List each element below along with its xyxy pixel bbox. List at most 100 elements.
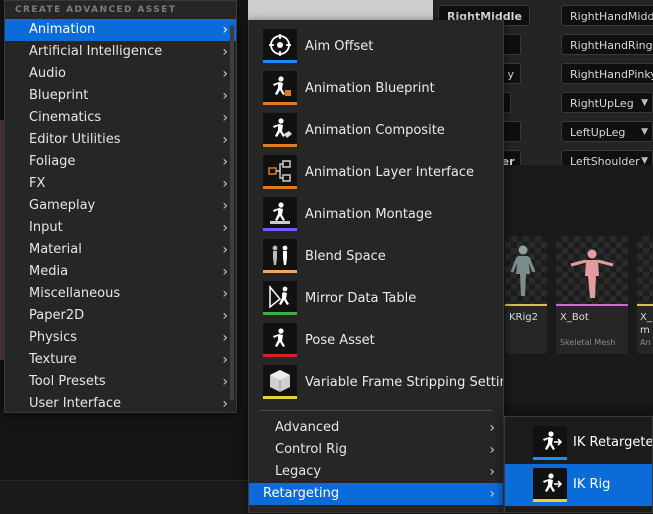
menu-item-animation-composite[interactable]: Animation Composite	[249, 110, 503, 152]
chevron-right-icon: ›	[222, 352, 228, 368]
menu-item-legacy[interactable]: Legacy ›	[249, 461, 503, 483]
menu-item-user-interface[interactable]: User Interface ›	[5, 393, 236, 412]
chevron-right-icon: ›	[222, 330, 228, 346]
menu-item-foliage[interactable]: Foliage ›	[5, 151, 236, 173]
menu-item-label: Foliage	[29, 154, 76, 169]
menu-item-label: Animation Montage	[305, 207, 433, 222]
menu-item-paper2d[interactable]: Paper2D ›	[5, 305, 236, 327]
asset-type: Skeletal Mesh	[560, 338, 616, 347]
menu-item-material[interactable]: Material ›	[5, 239, 236, 261]
chevron-right-icon: ›	[222, 44, 228, 60]
menu-item-blueprint[interactable]: Blueprint ›	[5, 85, 236, 107]
bone-field[interactable]: LeftUpLeg ▼	[561, 121, 653, 142]
chevron-right-icon: ›	[489, 486, 495, 502]
menu-item-ik-retargeter[interactable]: IK Retargeter	[505, 422, 652, 464]
chevron-right-icon: ›	[489, 464, 495, 480]
menu-item-ik-rig[interactable]: IK Rig	[505, 464, 652, 506]
ik-retargeter-icon	[533, 426, 567, 460]
bottom-bar	[0, 480, 248, 514]
menu-item-aim-offset[interactable]: Aim Offset	[249, 26, 503, 68]
chevron-right-icon: ›	[222, 66, 228, 82]
menu-item-media[interactable]: Media ›	[5, 261, 236, 283]
menu-item-label: User Interface	[29, 396, 121, 411]
menu-item-label: Editor Utilities	[29, 132, 121, 147]
bone-field[interactable]: RightHandMidd	[561, 5, 653, 26]
menu-item-label: IK Retargeter	[573, 435, 653, 450]
chevron-right-icon: ›	[222, 242, 228, 258]
menu-item-pose-asset[interactable]: Pose Asset	[249, 320, 503, 362]
chevron-right-icon: ›	[489, 442, 495, 458]
asset-tile[interactable]: X_Bot Skeletal Mesh	[556, 236, 628, 354]
animation-blueprint-icon	[263, 71, 297, 105]
menu-item-advanced[interactable]: Advanced ›	[249, 417, 503, 439]
menu-item-label: Input	[29, 220, 63, 235]
menu-item-label: Physics	[29, 330, 78, 345]
menu-item-mirror-data-table[interactable]: Mirror Data Table	[249, 278, 503, 320]
chevron-right-icon: ›	[222, 110, 228, 126]
menu-item-label: Animation	[29, 22, 96, 37]
bone-field[interactable]: RightHandRing1	[561, 34, 653, 55]
menu-item-label: Audio	[29, 66, 66, 81]
menu-item-label: Aim Offset	[305, 39, 374, 54]
menu-item-retargeting[interactable]: Retargeting ›	[249, 483, 503, 505]
menu-item-artificial-intelligence[interactable]: Artificial Intelligence ›	[5, 41, 236, 63]
asset-name-suffix: m	[640, 325, 650, 336]
menu-item-tool-presets[interactable]: Tool Presets ›	[5, 371, 236, 393]
menu-item-label: Cinematics	[29, 110, 102, 125]
menu-item-editor-utilities[interactable]: Editor Utilities ›	[5, 129, 236, 151]
menu-item-miscellaneous[interactable]: Miscellaneous ›	[5, 283, 236, 305]
blend-space-icon	[263, 239, 297, 273]
chevron-right-icon: ›	[222, 88, 228, 104]
chevron-right-icon: ›	[222, 198, 228, 214]
menu-item-variable-frame-stripping-settings[interactable]: Variable Frame Stripping Settings	[249, 362, 503, 404]
menu-header: CREATE ADVANCED ASSET	[15, 5, 177, 15]
menu-item-label: Blueprint	[29, 88, 89, 103]
menu-item-label: IK Rig	[573, 477, 611, 492]
menu-item-physics[interactable]: Physics ›	[5, 327, 236, 349]
menu-item-animation-blueprint[interactable]: Animation Blueprint	[249, 68, 503, 110]
menu-item-blend-space[interactable]: Blend Space	[249, 236, 503, 278]
menu-item-label: Blend Space	[305, 249, 386, 264]
chevron-right-icon: ›	[222, 264, 228, 280]
menu-item-label: Legacy	[275, 464, 322, 479]
menu-item-label: Control Rig	[275, 442, 348, 457]
bone-field[interactable]: RightHandPinky	[561, 63, 653, 84]
menu-item-audio[interactable]: Audio ›	[5, 63, 236, 85]
menu-item-label: Animation Layer Interface	[305, 165, 474, 180]
menu-item-gameplay[interactable]: Gameplay ›	[5, 195, 236, 217]
chevron-right-icon: ›	[222, 176, 228, 192]
asset-type: An	[640, 338, 651, 347]
animation-montage-icon	[263, 197, 297, 231]
chevron-right-icon: ›	[222, 22, 228, 38]
animation-submenu: Aim Offset Animation Blueprint Animation C…	[248, 20, 504, 513]
menu-item-label: Paper2D	[29, 308, 85, 323]
menu-item-label: Artificial Intelligence	[29, 44, 163, 59]
menu-item-animation-montage[interactable]: Animation Montage	[249, 194, 503, 236]
chevron-right-icon: ›	[489, 420, 495, 436]
menu-item-texture[interactable]: Texture ›	[5, 349, 236, 371]
menu-item-cinematics[interactable]: Cinematics ›	[5, 107, 236, 129]
animation-composite-icon	[263, 113, 297, 147]
asset-tile[interactable]: X_ m An	[637, 236, 653, 354]
aim-offset-icon	[263, 29, 297, 63]
menu-item-control-rig[interactable]: Control Rig ›	[249, 439, 503, 461]
menu-item-label: Animation Blueprint	[305, 81, 435, 96]
menu-item-animation[interactable]: Animation ›	[5, 19, 236, 41]
menu-divider	[259, 410, 493, 411]
menu-item-label: Tool Presets	[29, 374, 106, 389]
menu-item-fx[interactable]: FX ›	[5, 173, 236, 195]
menu-item-label: Advanced	[275, 420, 340, 435]
menu-item-animation-layer-interface[interactable]: Animation Layer Interface	[249, 152, 503, 194]
chevron-right-icon: ›	[222, 220, 228, 236]
menu-scrollbar[interactable]	[230, 25, 234, 400]
chevron-right-icon: ›	[222, 396, 228, 412]
ik-rig-icon	[533, 468, 567, 502]
menu-item-label: Animation Composite	[305, 123, 445, 138]
animation-layer-interface-icon	[263, 155, 297, 189]
menu-item-input[interactable]: Input ›	[5, 217, 236, 239]
menu-item-label: Material	[29, 242, 82, 257]
asset-tile[interactable]: KRig2	[505, 236, 547, 354]
asset-name: X_	[640, 312, 652, 323]
chevron-right-icon: ›	[222, 132, 228, 148]
bone-field[interactable]: RightUpLeg ▼	[561, 92, 653, 113]
